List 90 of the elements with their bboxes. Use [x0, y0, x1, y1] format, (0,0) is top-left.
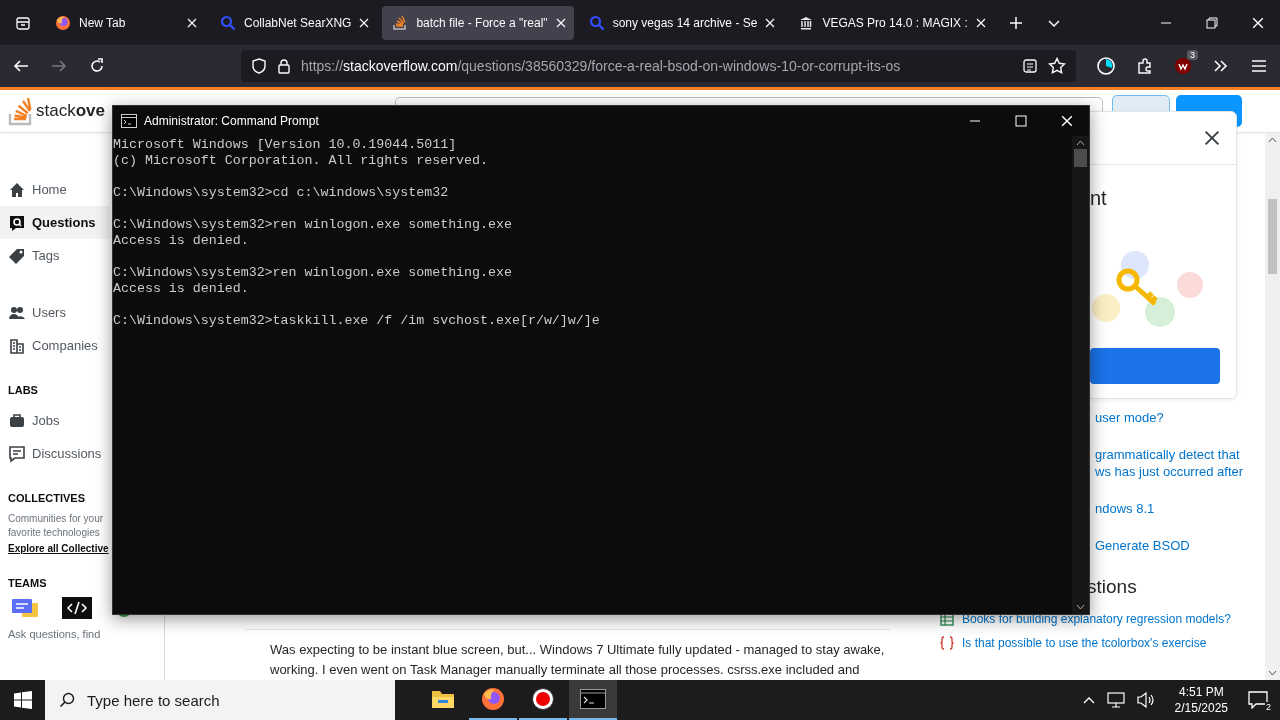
console-line: C:\Windows\system32>taskkill.exe /f /im svchost.exe[r/w/]w/]e	[113, 313, 601, 329]
extension-badge: 3	[1187, 50, 1198, 60]
section-heading: TEAMS	[7, 577, 48, 589]
console-line: C:\Windows\system32>ren winlogon.exe something.exe	[113, 265, 513, 281]
browser-tab[interactable]: sony vegas 14 archive - Se	[578, 5, 784, 40]
description-text: favorite technologies	[7, 526, 101, 540]
related-question-link[interactable]: Generate BSOD	[1095, 537, 1265, 554]
related-question-link[interactable]: ndows 8.1	[1095, 500, 1265, 517]
tab-list-icon[interactable]	[14, 14, 31, 31]
chat-icon	[10, 597, 40, 619]
question-excerpt: Was expecting to be instant blue screen, but... Windows 7 Ultimate fully updated - managed to stay awake,	[270, 641, 886, 659]
description-text: Ask questions, find	[7, 627, 102, 641]
scroll-up-icon[interactable]	[1268, 137, 1277, 143]
question-bubble-icon	[8, 213, 26, 232]
search-icon	[59, 692, 75, 708]
braces-icon	[940, 636, 954, 650]
scrollbar-thumb[interactable]	[1268, 199, 1277, 274]
site-logo-text[interactable]: stackove	[36, 101, 105, 121]
scroll-down-icon[interactable]	[1268, 670, 1277, 676]
discussion-icon	[8, 444, 26, 463]
search-icon	[588, 14, 605, 31]
stack-logo-icon	[8, 96, 34, 126]
console-line: C:\Windows\system32>ren winlogon.exe something.exe	[113, 217, 513, 233]
close-icon[interactable]	[1204, 130, 1220, 146]
bookmark-star-icon[interactable]	[1048, 57, 1066, 75]
address-bar[interactable]: https://stackoverflow.com/questions/38560329/force-a-real-bsod-on-windows-10-or-corrupt-its-os	[241, 50, 1076, 82]
notification-badge: 2	[1265, 702, 1272, 712]
chevron-up-icon[interactable]	[1082, 696, 1095, 704]
browser-tab[interactable]: CollabNet SearXNG	[210, 5, 378, 40]
console-line: Microsoft Windows [Version 10.0.19044.5011]	[113, 137, 458, 153]
scrollbar-thumb[interactable]	[1074, 149, 1087, 167]
search-icon	[220, 14, 236, 31]
record-icon	[531, 687, 555, 711]
nav-item[interactable]: Jobs	[0, 404, 110, 437]
gauge-icon[interactable]	[1096, 56, 1116, 76]
restore-icon[interactable]	[1206, 16, 1218, 29]
extension-icon[interactable]	[1174, 57, 1192, 75]
nav-item[interactable]: Companies	[0, 329, 110, 362]
shield-icon[interactable]	[251, 58, 267, 74]
volume-icon[interactable]	[1136, 692, 1155, 708]
hot-question-link[interactable]: Is that possible to use the tcolorbox's exercise	[962, 636, 1207, 650]
start-icon[interactable]	[13, 691, 32, 709]
console-line: Access is denied.	[113, 233, 250, 249]
card-heading: nt	[1090, 187, 1108, 210]
spreadsheet-icon	[940, 612, 954, 626]
terminal-icon	[580, 689, 606, 709]
nav-item[interactable]: Tags	[0, 239, 110, 272]
scroll-up-icon[interactable]	[1076, 140, 1085, 146]
browser-tab[interactable]: batch file - Force a "real"	[382, 5, 574, 40]
section-heading: COLLECTIVES	[7, 492, 86, 504]
tag-icon	[8, 246, 26, 265]
url-text: https://stackoverflow.com/questions/38560329/force-a-real-bsod-on-windows-10-or-corrupt-its-os	[301, 58, 902, 74]
browser-icon	[481, 687, 505, 711]
notification-icon[interactable]	[1248, 691, 1268, 709]
briefcase-icon	[8, 411, 26, 430]
question-excerpt: working. I even went on Task Manager manually terminate all those processes. csrss.exe included and	[270, 661, 861, 679]
code-icon	[62, 597, 92, 619]
clock[interactable]: 4:51 PM 2/15/2025	[1174, 684, 1228, 716]
home-icon	[8, 180, 26, 199]
section-heading: LABS	[7, 384, 39, 396]
new-tab-icon[interactable]	[1008, 15, 1023, 30]
network-icon[interactable]	[1106, 692, 1125, 708]
browser-tab[interactable]: VEGAS Pro 14.0 : MAGIX :	[788, 5, 994, 40]
puzzle-icon[interactable]	[1136, 57, 1154, 75]
lock-icon[interactable]	[277, 58, 291, 74]
console-line: C:\Windows\system32>cd c:\windows\system32	[113, 185, 450, 201]
nav-item[interactable]: Questions	[0, 206, 110, 239]
browser-tab[interactable]: New Tab	[45, 5, 205, 40]
console-icon	[121, 114, 137, 128]
reload-icon[interactable]	[88, 57, 106, 75]
related-question-link[interactable]: user mode?	[1095, 409, 1265, 426]
window-title: Administrator: Command Prompt	[144, 114, 319, 128]
nav-item[interactable]: Users	[0, 296, 110, 329]
browser-icon	[55, 14, 71, 31]
building-icon	[8, 336, 26, 355]
console-line: Access is denied.	[113, 281, 250, 297]
reader-icon[interactable]	[1022, 58, 1038, 74]
stack-icon	[392, 14, 409, 31]
scroll-down-icon[interactable]	[1076, 604, 1085, 610]
menu-icon[interactable]	[1250, 57, 1268, 75]
explore-link[interactable]: Explore all Collective	[8, 543, 109, 554]
description-text: Communities for your	[7, 512, 105, 526]
nav-item[interactable]: Home	[0, 173, 110, 206]
nav-item[interactable]: Discussions	[0, 437, 110, 470]
related-question-link[interactable]: grammatically detect that ws has just occurred after	[1095, 446, 1265, 480]
console-line: (c) Microsoft Corporation. All rights reserved.	[113, 153, 490, 169]
taskbar-app[interactable]	[569, 680, 617, 720]
maximize-icon[interactable]	[1015, 115, 1027, 127]
taskbar-search-field[interactable]: Type here to search	[45, 680, 395, 720]
folder-icon	[431, 689, 455, 709]
